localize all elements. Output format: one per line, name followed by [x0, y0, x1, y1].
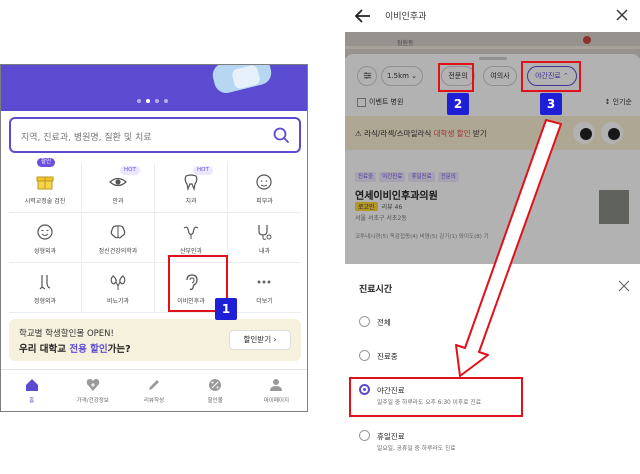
gift-icon	[36, 176, 54, 190]
carousel-dot-active	[146, 99, 150, 103]
student-discount-banner[interactable]: 학교별 학생할인몰 OPEN! 우리 대학교 전용 할인가는? 할인받기 ›	[9, 319, 301, 361]
tab-my-page[interactable]: 마이페이지	[246, 370, 307, 411]
tooth-icon	[184, 174, 198, 191]
tab-label: 할인몰	[207, 398, 223, 404]
category-label: 성형외과	[33, 248, 57, 255]
category-label: 내과	[258, 248, 271, 255]
eye-icon	[109, 177, 127, 187]
back-arrow-icon[interactable]	[355, 9, 371, 23]
option-label: 진료중	[377, 352, 398, 361]
category-label: 산부인과	[179, 248, 203, 255]
option-description: 일요일, 공휴일 중 하루라도 진료	[377, 446, 456, 452]
promo-line1: 학교별 학생할인몰 OPEN!	[19, 329, 114, 339]
option-label: 전체	[377, 318, 391, 327]
radio-button[interactable]	[359, 350, 370, 361]
stethoscope-icon	[258, 225, 272, 240]
step-badge-2: 2	[447, 93, 469, 115]
category-ophthalmology[interactable]: HOT 안과	[82, 163, 155, 213]
promo-line2: 우리 대학교 전용 할인가는?	[19, 341, 131, 355]
tab-label: 리뷰작성	[143, 398, 165, 404]
tab-discount-mall[interactable]: 할인몰	[185, 370, 246, 411]
close-icon[interactable]	[618, 280, 630, 292]
category-label: 더보기	[256, 298, 273, 305]
promo-highlight: 전용 할인	[69, 344, 108, 355]
category-label: 치과	[185, 198, 197, 205]
heart-plus-icon	[86, 379, 99, 391]
brain-icon	[110, 225, 126, 239]
category-label: 정형외과	[33, 298, 57, 305]
clinic-hours-modal: 진료시간 전체 진료중 야간진료 일주일 중 하루라도 오후 6:30 이후로 …	[345, 264, 640, 474]
bone-icon	[39, 275, 51, 290]
category-dermatology[interactable]: 피부과	[228, 163, 301, 213]
percent-icon	[209, 379, 222, 391]
category-label: 정신건강의학과	[98, 248, 138, 255]
category-label: 시력교정술 검진	[24, 198, 66, 205]
uterus-icon	[183, 226, 199, 239]
category-internal-medicine[interactable]: 내과	[228, 213, 301, 263]
search-bar[interactable]: 지역, 진료과, 병원명, 질환 및 치료	[9, 117, 301, 153]
category-label: 비뇨기과	[106, 298, 130, 305]
category-urology[interactable]: 비뇨기과	[82, 263, 155, 313]
get-discount-button[interactable]: 할인받기 ›	[229, 330, 291, 350]
person-icon	[270, 379, 283, 391]
highlight-night-chip	[521, 61, 581, 92]
tab-price-health-info[interactable]: 가격/건강정보	[62, 370, 123, 411]
search-header: 이비인후과	[345, 0, 640, 32]
smile-face-icon	[37, 224, 53, 240]
highlight-night-option	[349, 377, 523, 417]
face-icon	[256, 174, 272, 190]
tab-label: 가격/건강정보	[76, 398, 109, 404]
promo-line2-suffix: 가는?	[107, 344, 131, 355]
category-label: 피부과	[256, 198, 273, 205]
carousel-dot	[137, 99, 141, 103]
category-plastic-surgery[interactable]: 성형외과	[9, 213, 82, 263]
category-psychiatry[interactable]: 정신건강의학과	[82, 213, 155, 263]
radio-button[interactable]	[359, 430, 370, 441]
radio-button[interactable]	[359, 316, 370, 327]
category-grid: 할인 시력교정술 검진 HOT 안과 HOT 치과 피부과 성형외과 정신건강의…	[9, 158, 301, 313]
sale-badge: 할인	[37, 158, 56, 167]
modal-title: 진료시간	[359, 285, 393, 295]
more-icon	[257, 280, 271, 284]
category-label: 안과	[112, 198, 124, 205]
step-badge-1: 1	[215, 298, 237, 320]
home-screen: 지역, 진료과, 병원명, 질환 및 치료 할인 시력교정술 검진 HOT 안과…	[0, 64, 308, 412]
category-orthopedics[interactable]: 정형외과	[9, 263, 82, 313]
carousel-dots	[137, 99, 168, 103]
kidney-icon	[110, 275, 126, 290]
bottom-tab-bar: 홈 가격/건강정보 리뷰작성 할인몰 마이페이지	[1, 369, 307, 411]
modal-overlay[interactable]	[345, 32, 640, 264]
hero-banner[interactable]	[1, 65, 307, 111]
home-icon	[25, 379, 38, 391]
close-icon[interactable]	[616, 9, 628, 21]
category-dentistry[interactable]: HOT 치과	[155, 163, 228, 213]
carousel-dot	[164, 99, 168, 103]
pencil-icon	[148, 380, 159, 390]
option-label: 휴일진료	[377, 432, 405, 441]
tab-label: 마이페이지	[263, 398, 290, 404]
search-query[interactable]: 이비인후과	[385, 9, 426, 22]
search-icon[interactable]	[273, 127, 289, 143]
search-placeholder: 지역, 진료과, 병원명, 질환 및 치료	[21, 133, 152, 143]
promo-line2-prefix: 우리 대학교	[19, 344, 70, 355]
carousel-dot	[155, 99, 159, 103]
step-badge-3: 3	[540, 93, 562, 115]
tab-write-review[interactable]: 리뷰작성	[123, 370, 184, 411]
screenshot-composite: 지역, 진료과, 병원명, 질환 및 치료 할인 시력교정술 검진 HOT 안과…	[0, 0, 640, 474]
category-vision-correction[interactable]: 할인 시력교정술 검진	[9, 158, 82, 213]
tab-label: 홈	[29, 398, 35, 404]
highlight-specialist-chip	[438, 63, 474, 92]
tab-home[interactable]: 홈	[1, 370, 62, 411]
category-more[interactable]: 더보기	[228, 263, 301, 313]
